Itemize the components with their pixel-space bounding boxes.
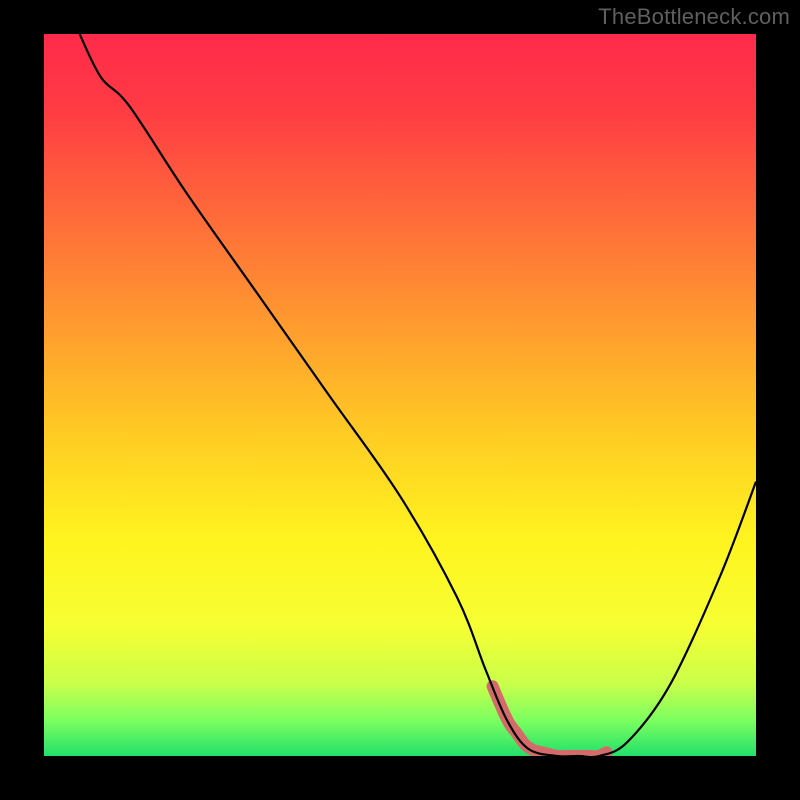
gradient-background xyxy=(44,34,756,756)
chart-frame: TheBottleneck.com xyxy=(0,0,800,800)
bottleneck-plot xyxy=(44,34,756,756)
plot-area xyxy=(44,34,756,756)
watermark-text: TheBottleneck.com xyxy=(598,4,790,30)
